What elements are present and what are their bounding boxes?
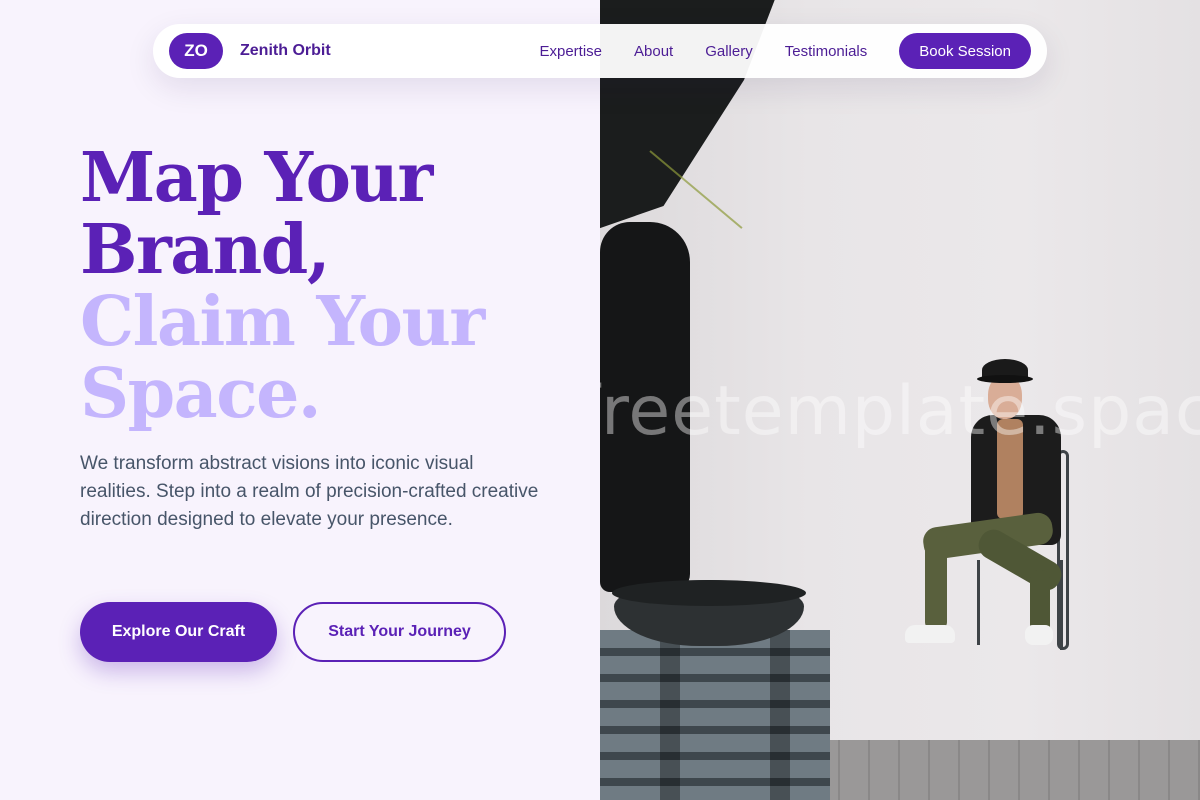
person-shoe [905,625,955,643]
nav-link-about[interactable]: About [634,43,673,60]
headline-line-accent: Space. [80,354,322,434]
person-shoe [1025,625,1053,645]
hero-headline: Map Your Brand, Claim Your Space. [80,138,485,434]
person-shin [925,530,947,630]
chair-leg [977,560,980,645]
photo-watermark: freetemplate.space [600,372,1200,451]
hero-description: We transform abstract visions into iconi… [80,453,539,530]
pallet-gap [770,630,790,800]
wooden-pallets [600,630,830,800]
explore-craft-button[interactable]: Explore Our Craft [80,602,277,662]
logo-badge[interactable]: ZO [169,33,223,69]
start-journey-button[interactable]: Start Your Journey [293,602,506,662]
brand-name[interactable]: Zenith Orbit [240,42,331,60]
nav-link-testimonials[interactable]: Testimonials [785,43,868,60]
nav-links: Expertise About Gallery Testimonials Boo… [539,33,1031,69]
book-session-button[interactable]: Book Session [899,33,1031,69]
headline-line: Map Your [80,138,433,218]
headline-line: Brand, [80,210,331,290]
top-navbar: ZO Zenith Orbit Expertise About Gallery … [153,24,1047,78]
nav-link-expertise[interactable]: Expertise [539,43,602,60]
pallet-gap [660,630,680,800]
bowl-rim [612,580,806,606]
hero-photo: freetemplate.space [600,0,1200,800]
nav-link-gallery[interactable]: Gallery [705,43,753,60]
headline-line-accent: Claim Your [80,282,485,362]
